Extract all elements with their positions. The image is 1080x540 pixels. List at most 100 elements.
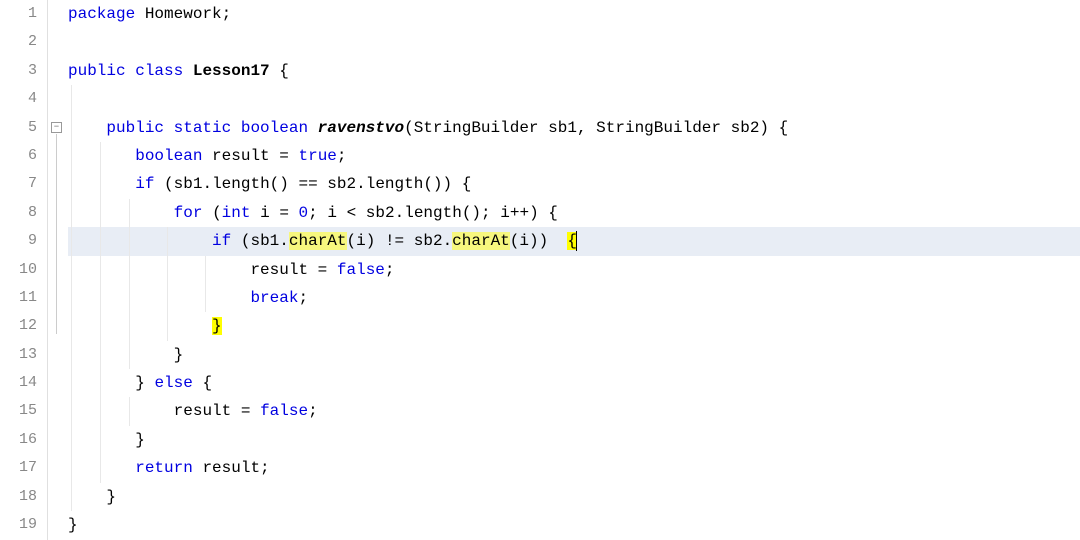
code-line[interactable]: result = false;: [68, 397, 1080, 425]
paren: (: [212, 204, 222, 222]
type: StringBuilder: [596, 119, 721, 137]
code-line[interactable]: }: [68, 426, 1080, 454]
brace: }: [135, 431, 145, 449]
line-number: 9: [0, 227, 37, 255]
type: StringBuilder: [414, 119, 539, 137]
dot: .: [202, 175, 212, 193]
param: sb1: [548, 119, 577, 137]
code-line[interactable]: result = false;: [68, 256, 1080, 284]
code-line[interactable]: }: [68, 341, 1080, 369]
var: result: [174, 402, 232, 420]
code-line-active[interactable]: if (sb1.charAt(i) != sb2.charAt(i)) {: [68, 227, 1080, 255]
paren: ): [366, 232, 376, 250]
operator: =: [318, 261, 328, 279]
paren: ): [529, 232, 539, 250]
var: sb1: [250, 232, 279, 250]
keyword-boolean: boolean: [135, 147, 202, 165]
paren: ): [539, 232, 549, 250]
type-int: int: [222, 204, 251, 222]
code-line[interactable]: }: [68, 483, 1080, 511]
fold-column: −: [48, 0, 68, 540]
line-number-gutter: 1 2 3 4 5 6 7 8 9 10 11 12 13 14 15 16 1…: [0, 0, 48, 540]
paren: ): [529, 204, 539, 222]
code-line[interactable]: [68, 28, 1080, 56]
code-line[interactable]: break;: [68, 284, 1080, 312]
line-number: 5: [0, 114, 37, 142]
semicolon: ;: [222, 5, 232, 23]
var: sb2: [366, 204, 395, 222]
semicolon: ;: [308, 204, 318, 222]
method-call-highlighted: charAt: [289, 232, 347, 250]
brace: }: [106, 488, 116, 506]
param: sb2: [731, 119, 760, 137]
keyword-for: for: [174, 204, 203, 222]
line-number: 7: [0, 170, 37, 198]
semicolon: ;: [337, 147, 347, 165]
paren: (: [164, 175, 174, 193]
dot: .: [443, 232, 453, 250]
line-number: 19: [0, 511, 37, 539]
keyword-boolean: boolean: [241, 119, 308, 137]
keyword-return: return: [135, 459, 193, 477]
method-call: length: [404, 204, 462, 222]
fold-guide-line: [56, 134, 57, 334]
literal-false: false: [337, 261, 385, 279]
dot: .: [279, 232, 289, 250]
code-line[interactable]: } else {: [68, 369, 1080, 397]
code-line[interactable]: public static boolean ravenstvo(StringBu…: [68, 114, 1080, 142]
operator: =: [241, 402, 251, 420]
method-call: length: [366, 175, 424, 193]
semicolon: ;: [260, 459, 270, 477]
text-cursor: [576, 231, 577, 251]
line-number: 8: [0, 199, 37, 227]
code-line[interactable]: }: [68, 312, 1080, 340]
code-line[interactable]: [68, 85, 1080, 113]
brace: {: [548, 204, 558, 222]
code-editor[interactable]: package Homework; public class Lesson17 …: [68, 0, 1080, 540]
brace: }: [135, 374, 145, 392]
line-number: 15: [0, 397, 37, 425]
brace: {: [279, 62, 289, 80]
literal: 0: [299, 204, 309, 222]
parens: (): [423, 175, 442, 193]
literal-false: false: [260, 402, 308, 420]
code-line[interactable]: package Homework;: [68, 0, 1080, 28]
line-number: 17: [0, 454, 37, 482]
var: sb2: [327, 175, 356, 193]
var: sb1: [174, 175, 203, 193]
line-number: 18: [0, 483, 37, 511]
fold-toggle-icon[interactable]: −: [51, 122, 62, 133]
brace: {: [462, 175, 472, 193]
operator: =: [279, 204, 289, 222]
code-line[interactable]: if (sb1.length() == sb2.length()) {: [68, 170, 1080, 198]
dot: .: [356, 175, 366, 193]
brace-matched: }: [212, 317, 222, 335]
parens: (): [462, 204, 481, 222]
dot: .: [395, 204, 405, 222]
keyword-package: package: [68, 5, 135, 23]
code-line[interactable]: }: [68, 511, 1080, 539]
semicolon: ;: [298, 289, 308, 307]
paren: (: [404, 119, 414, 137]
line-number: 13: [0, 341, 37, 369]
code-line[interactable]: boolean result = true;: [68, 142, 1080, 170]
brace: {: [202, 374, 212, 392]
code-line[interactable]: return result;: [68, 454, 1080, 482]
semicolon: ;: [308, 402, 318, 420]
parens: (): [270, 175, 289, 193]
var: result: [250, 261, 308, 279]
method-call-highlighted: charAt: [452, 232, 510, 250]
package-name: Homework: [145, 5, 222, 23]
var: i: [500, 204, 510, 222]
line-number: 12: [0, 312, 37, 340]
var: sb2: [414, 232, 443, 250]
code-line[interactable]: public class Lesson17 {: [68, 57, 1080, 85]
var: i: [327, 204, 337, 222]
paren: (: [510, 232, 520, 250]
line-number: 11: [0, 284, 37, 312]
operator: =: [279, 147, 289, 165]
line-number: 10: [0, 256, 37, 284]
code-line[interactable]: for (int i = 0; i < sb2.length(); i++) {: [68, 199, 1080, 227]
var: result: [202, 459, 260, 477]
operator: !=: [385, 232, 404, 250]
